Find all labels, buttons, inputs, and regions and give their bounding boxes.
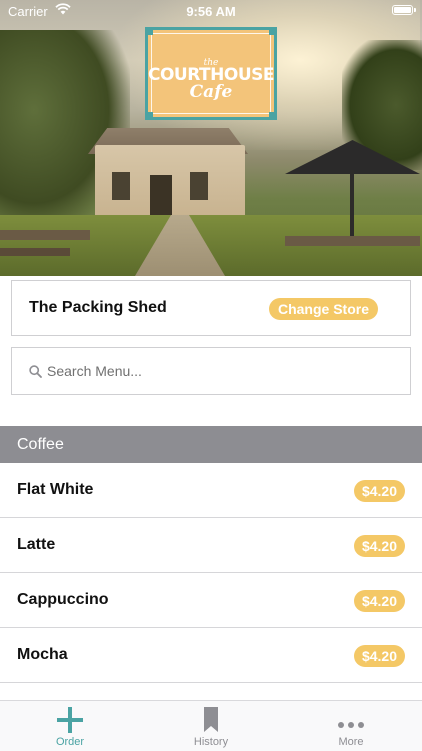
change-store-button[interactable]: Change Store	[268, 298, 378, 320]
menu-item-name: Latte	[17, 536, 56, 553]
search-icon	[29, 365, 42, 378]
category-title: Coffee	[17, 436, 64, 453]
bookmark-icon	[203, 707, 219, 738]
menu-list: Flat White $4.20 Latte $4.20 Cappuccino …	[0, 463, 422, 683]
status-time: 9:56 AM	[186, 4, 236, 19]
search-input[interactable]	[47, 356, 397, 386]
tab-history-label: History	[193, 736, 229, 748]
battery-icon	[392, 5, 416, 15]
tab-history[interactable]: History	[141, 701, 281, 751]
price-badge: $4.20	[353, 535, 405, 557]
tab-order[interactable]: Order	[0, 701, 140, 751]
menu-item-name: Mocha	[17, 646, 68, 663]
status-bar: Carrier 9:56 AM	[0, 0, 422, 22]
menu-item[interactable]: Mocha $4.20	[0, 628, 422, 683]
logo-sub-text: Cafe	[189, 82, 233, 102]
price-badge: $4.20	[353, 480, 405, 502]
tab-more[interactable]: More	[281, 701, 421, 751]
store-name: The Packing Shed	[29, 299, 167, 316]
menu-item-name: Flat White	[17, 481, 94, 498]
menu-item[interactable]: Cappuccino $4.20	[0, 573, 422, 628]
plus-icon	[57, 707, 83, 738]
tab-bar: Order History More	[0, 700, 422, 751]
tab-order-label: Order	[55, 736, 85, 748]
price-badge: $4.20	[353, 645, 405, 667]
store-card: The Packing Shed Change Store	[11, 280, 411, 336]
more-dots-icon	[338, 715, 364, 733]
menu-item-name: Cappuccino	[17, 591, 109, 608]
courthouse-cafe-logo: the COURTHOUSE Cafe	[145, 27, 277, 120]
menu-item[interactable]: Latte $4.20	[0, 518, 422, 573]
search-bar[interactable]	[11, 347, 411, 395]
menu-item[interactable]: Flat White $4.20	[0, 463, 422, 518]
category-header: Coffee	[0, 426, 422, 463]
price-badge: $4.20	[353, 590, 405, 612]
tab-more-label: More	[338, 736, 364, 748]
